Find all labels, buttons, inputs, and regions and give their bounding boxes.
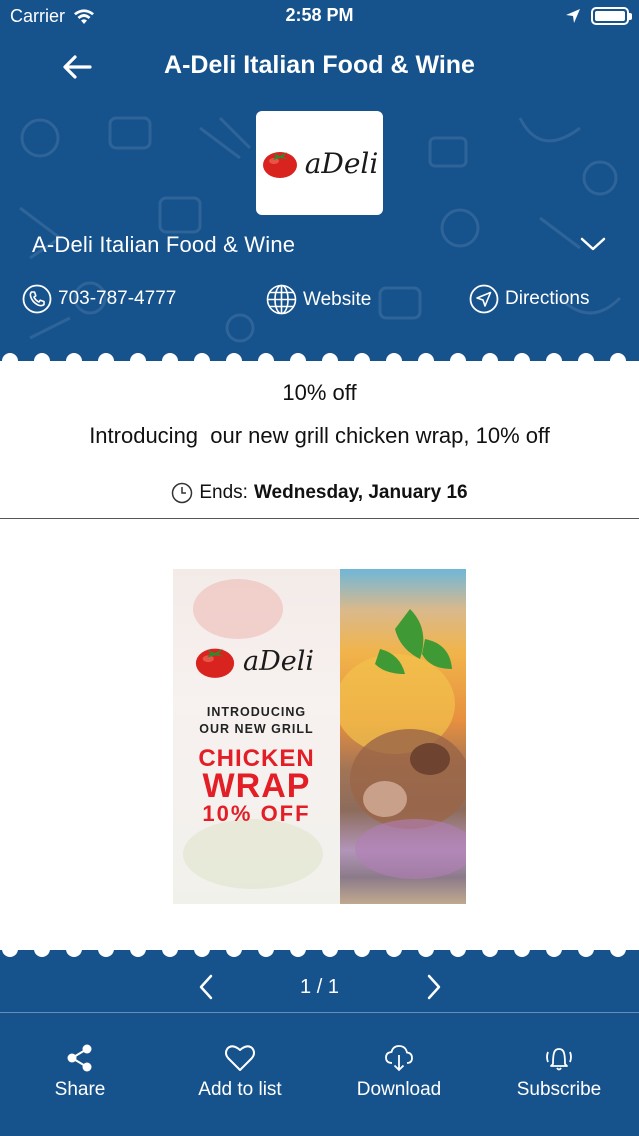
bell-ringing-icon — [546, 1048, 572, 1071]
page-indicator: 1 / 1 — [300, 976, 339, 998]
back-button[interactable] — [58, 48, 96, 86]
cloud-download-icon — [385, 1045, 413, 1072]
pager: 1 / 1 — [0, 962, 639, 1012]
location-arrow-icon — [566, 9, 580, 23]
tomato-icon — [262, 152, 297, 178]
status-right-group — [565, 7, 632, 25]
bottom-action-bar: Share Add to list Download Subscribe — [0, 1013, 639, 1136]
globe-icon — [266, 284, 297, 315]
navigation-arrow-icon — [469, 284, 499, 314]
subscribe-label: Subscribe — [516, 1079, 602, 1100]
website-label: Website — [303, 288, 372, 310]
deal-ends: Ends: Wednesday, January 16 — [0, 482, 639, 504]
divider — [0, 518, 639, 519]
phone-number: 703-787-4777 — [58, 288, 177, 309]
share-button[interactable]: Share — [0, 1043, 160, 1101]
directions-link[interactable]: Directions — [469, 284, 589, 314]
promo-image[interactable]: aDeli INTRODUCING OUR NEW GRILL CHICKEN … — [173, 569, 466, 904]
promo-logo: aDeli — [193, 643, 314, 679]
ends-date: Wednesday, January 16 — [253, 482, 468, 503]
subscribe-button[interactable]: Subscribe — [479, 1043, 639, 1101]
store-logo: aDeli — [256, 111, 383, 215]
deal-title: 10% off — [282, 380, 357, 405]
coupon-card: 10% off Introducing our new grill chicke… — [0, 353, 639, 957]
chicken-wrap-photo — [335, 609, 466, 879]
deal-description: Introducing our new grill chicken wrap, … — [89, 423, 550, 448]
ends-label: Ends: — [199, 482, 248, 503]
download-label: Download — [356, 1079, 442, 1100]
add-to-list-button[interactable]: Add to list — [160, 1043, 320, 1101]
contact-row: 703-787-4777 Website Directions — [0, 284, 639, 316]
tomato-icon — [195, 648, 235, 678]
download-button[interactable]: Download — [319, 1043, 479, 1101]
clock-icon — [172, 482, 193, 504]
chevron-down-icon[interactable] — [580, 236, 606, 252]
share-icon — [67, 1044, 92, 1072]
navigation-bar: A-Deli Italian Food & Wine — [0, 34, 639, 98]
store-name: A-Deli Italian Food & Wine — [32, 232, 296, 257]
chevron-right-icon[interactable] — [418, 972, 448, 1002]
battery-icon — [591, 7, 632, 25]
website-link[interactable]: Website — [266, 284, 371, 315]
arrow-left-icon — [63, 55, 92, 79]
scallop-edge-bottom — [0, 941, 639, 957]
directions-label: Directions — [505, 288, 590, 309]
heart-icon — [225, 1045, 255, 1071]
promo-text-panel: aDeli INTRODUCING OUR NEW GRILL CHICKEN … — [173, 569, 340, 904]
phone-link[interactable]: 703-787-4777 — [22, 284, 176, 314]
scallop-edge-top — [0, 353, 639, 369]
add-to-list-label: Add to list — [198, 1079, 282, 1100]
clock: 2:58 PM — [285, 5, 354, 25]
status-bar: Carrier 2:58 PM — [0, 0, 639, 34]
page-title: A-Deli Italian Food & Wine — [164, 51, 475, 79]
store-header: aDeli A-Deli Italian Food & Wine 703-787… — [0, 98, 639, 360]
phone-icon — [22, 284, 52, 314]
share-label: Share — [54, 1079, 106, 1100]
promo-line-3: 10% OFF — [202, 801, 311, 826]
logo-text: aDeli — [304, 146, 379, 180]
promo-intro: INTRODUCING OUR NEW GRILL — [199, 705, 314, 736]
promo-food-photo — [335, 569, 466, 904]
promo-logo-text: aDeli — [243, 645, 314, 677]
coupon-detail-screen: Carrier 2:58 PM A-Deli Italian Food & Wi… — [0, 0, 639, 1136]
